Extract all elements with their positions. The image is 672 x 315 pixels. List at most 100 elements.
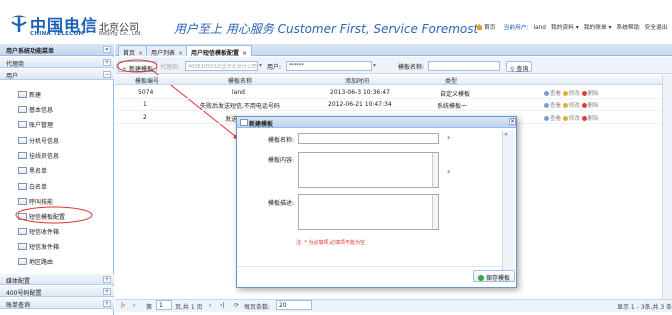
close-icon[interactable]: ×: [509, 118, 516, 125]
close-icon[interactable]: ×: [242, 50, 247, 57]
cell-id: 5074: [138, 89, 154, 96]
my-account-menu[interactable]: 我的账单 ▾: [584, 25, 612, 31]
dropdown-arrow-icon[interactable]: ▾: [373, 62, 376, 69]
cell-time: 2012-06-21 10:47:34: [328, 101, 392, 108]
per-page-select[interactable]: 20: [276, 300, 312, 310]
sidebar-item-operator[interactable]: 挂线员信息: [18, 148, 108, 162]
page-icon: [18, 228, 27, 235]
page-icon: [18, 152, 27, 159]
new-template-button[interactable]: + 新建模板: [118, 61, 157, 73]
sidebar-item-sms-outbox[interactable]: 短信发件箱: [18, 239, 108, 253]
template-name-label: 模板名称:: [398, 64, 425, 71]
collapse-icon[interactable]: «: [504, 131, 508, 138]
logo-text-en: CHINA TELECOM: [30, 31, 85, 37]
collapse-sidebar-button[interactable]: «: [103, 46, 111, 53]
home-link[interactable]: 首页: [476, 24, 499, 31]
row-actions: 查看 修改 删除: [544, 101, 599, 109]
page-number-input[interactable]: 1: [156, 300, 172, 310]
page-summary: 显示 1 - 3条,共 3 条: [617, 304, 672, 311]
dialog-title: 新建模板: [237, 117, 516, 128]
template-desc-field[interactable]: [298, 194, 439, 230]
sidebar-group-media[interactable]: 媒体配置 +: [0, 274, 114, 285]
last-page-button[interactable]: ›|: [220, 302, 224, 309]
agent-label: 代理商:: [160, 64, 181, 71]
view-link[interactable]: 查看: [544, 103, 561, 109]
logout-link[interactable]: 安全退出: [644, 25, 667, 31]
template-desc-label: 模板描述:: [268, 200, 295, 207]
page-label: 第: [146, 304, 153, 311]
check-icon: [478, 275, 484, 281]
expand-icon[interactable]: +: [103, 59, 111, 66]
delete-link[interactable]: 删除: [581, 116, 599, 122]
sidebar-group-400[interactable]: 400号码配置 +: [0, 286, 114, 297]
cell-type: 系统模板一: [437, 103, 468, 110]
help-link[interactable]: 系统帮助: [616, 25, 639, 31]
sidebar-group-user[interactable]: 用户 −: [0, 69, 114, 80]
template-name-input[interactable]: [428, 61, 500, 71]
template-name-field[interactable]: [298, 133, 439, 144]
edit-icon: [562, 116, 568, 121]
collapse-icon[interactable]: −: [103, 71, 111, 78]
row-actions: 查看 修改 删除: [544, 114, 599, 122]
cell-id: 2: [143, 114, 147, 121]
sidebar-item-basic-info[interactable]: 基本信息: [18, 102, 108, 116]
column-header-type[interactable]: 类型: [445, 76, 457, 85]
dropdown-arrow-icon[interactable]: ▾: [259, 62, 262, 69]
column-header-time[interactable]: 添加时间: [345, 76, 369, 85]
cell-time: 2013-06-3 10:36:47: [330, 89, 390, 96]
edit-link[interactable]: 修改: [562, 116, 580, 122]
sidebar-item-new[interactable]: 新建: [18, 87, 108, 101]
view-icon: [544, 91, 549, 96]
app-header: 中国电信 CHINA TELECOM 北京公司 Beijing Co., Ltd…: [0, 0, 672, 44]
save-template-button[interactable]: 保存模板: [473, 270, 516, 282]
column-header-name[interactable]: 模板名称: [228, 76, 252, 85]
scrollbar[interactable]: [432, 195, 438, 229]
tab-user-list[interactable]: 用户列表 ×: [146, 45, 189, 57]
delete-link[interactable]: 删除: [581, 91, 599, 97]
sidebar-item-sms-inbox[interactable]: 短信收件箱: [18, 224, 108, 238]
user-input[interactable]: ******: [286, 61, 372, 71]
view-link[interactable]: 查看: [544, 116, 561, 122]
template-content-field[interactable]: [298, 152, 439, 188]
scrollbar[interactable]: [432, 153, 438, 187]
column-header-id[interactable]: 模板编号: [135, 76, 159, 85]
view-icon: [544, 116, 549, 121]
right-panel-strip: [662, 75, 672, 299]
agent-select[interactable]: 4008105012(显示北京分公司...): [185, 61, 258, 71]
next-page-button[interactable]: ›: [209, 302, 211, 309]
edit-link[interactable]: 修改: [562, 103, 580, 109]
sidebar-item-extension[interactable]: 分机号信息: [18, 133, 108, 147]
page-total: 页,共 1 页: [175, 304, 203, 311]
view-link[interactable]: 查看: [544, 91, 561, 97]
page-icon: [18, 198, 27, 205]
tab-home[interactable]: 首页 ×: [118, 45, 149, 57]
edit-link[interactable]: 修改: [562, 91, 580, 97]
search-icon: ⚲: [510, 66, 515, 73]
template-content-label: 模板内容:: [268, 157, 295, 164]
sidebar-item-region-route[interactable]: 地区路由: [18, 254, 108, 268]
close-icon[interactable]: ×: [138, 50, 143, 57]
refresh-icon[interactable]: ⟳: [234, 302, 239, 309]
prev-page-button[interactable]: ‹: [133, 302, 135, 309]
expand-icon[interactable]: +: [103, 288, 111, 295]
cell-type: 自定义模板: [440, 91, 471, 98]
delete-link[interactable]: 删除: [581, 103, 599, 109]
sidebar-item-account[interactable]: 账户管理: [18, 117, 108, 131]
my-profile-menu[interactable]: 我的资料 ▾: [551, 25, 579, 31]
first-page-button[interactable]: |‹: [121, 302, 125, 309]
dialog-title-text: 新建模板: [249, 121, 274, 128]
close-icon[interactable]: ×: [178, 50, 183, 57]
search-button[interactable]: ⚲ 查询: [506, 61, 533, 73]
grid-header: [115, 75, 672, 85]
tab-sms-template[interactable]: 用户短信模板配置 ×: [186, 45, 253, 57]
sidebar-item-whitelist[interactable]: 白名单: [18, 179, 108, 193]
expand-icon[interactable]: +: [103, 276, 111, 283]
current-user-label: 当前用户:: [503, 25, 529, 31]
sidebar-title: 用户系统功能菜单 «: [0, 44, 114, 56]
sidebar-group-agent[interactable]: 代理商 +: [0, 57, 114, 68]
expand-icon[interactable]: +: [103, 300, 111, 307]
sidebar-item-blacklist[interactable]: 黑名单: [18, 163, 108, 177]
page-icon: [18, 167, 27, 174]
sidebar-group-billing[interactable]: 账单查询 +: [0, 298, 114, 309]
china-telecom-logo-icon: [11, 15, 27, 32]
